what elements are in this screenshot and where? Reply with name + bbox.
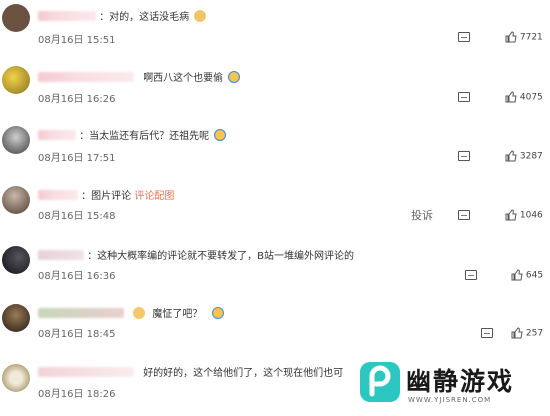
avatar[interactable] <box>2 126 30 154</box>
comment-line: ：对的，这话没毛病 <box>38 8 207 23</box>
comment-item: ：对的，这话没毛病 08月16日 15:51 7721 <box>0 0 550 60</box>
comment-timestamp: 08月16日 17:51 <box>38 153 116 164</box>
comment-line: 好的好的，这个给他们了，这个现在他们也可 <box>38 364 343 379</box>
laughing-crying-emoji <box>214 128 227 141</box>
comment-line: ：图片评论 评论配图 <box>38 187 174 202</box>
avatar[interactable] <box>2 304 30 332</box>
thumbs-up-icon <box>505 91 517 103</box>
like-count: 7721 <box>519 32 543 43</box>
thumbs-up-icon <box>505 150 517 162</box>
comment-timestamp: 08月16日 16:36 <box>38 271 116 282</box>
thumbs-up-icon <box>511 269 523 281</box>
reply-icon[interactable] <box>458 32 470 42</box>
comment-timestamp: 08月16日 18:26 <box>38 389 116 400</box>
watermark-title: 幽静游戏 <box>406 367 515 396</box>
like-count: 645 <box>525 270 544 281</box>
comment-text: ：这种大概率编的评论就不要转发了，B站一堆编外网评论的 <box>87 251 355 262</box>
avatar[interactable] <box>2 364 30 392</box>
comment-timestamp: 08月16日 15:51 <box>38 35 116 46</box>
comment-text: 啊西八这个也要偷 <box>143 73 224 84</box>
thumbs-up-icon <box>505 209 517 221</box>
avatar[interactable] <box>2 246 30 274</box>
comment-item: ：图片评论 评论配图 08月16日 15:48 投诉 1046 <box>0 180 550 240</box>
like-count: 1046 <box>519 210 543 221</box>
comment-line: ：这种大概率编的评论就不要转发了，B站一堆编外网评论的 <box>38 247 354 262</box>
like-count: 3287 <box>519 151 543 162</box>
like-button[interactable]: 257 <box>511 327 543 339</box>
reply-icon[interactable] <box>458 210 470 220</box>
avatar[interactable] <box>2 186 30 214</box>
image-comment-link[interactable]: 评论配图 <box>134 191 174 202</box>
comment-line: 魔怔了吧？ <box>38 305 224 320</box>
comment-text: ：当太监还有后代？还祖先呢 <box>79 131 210 142</box>
username-blurred[interactable] <box>38 129 76 140</box>
thumbs-up-icon <box>511 327 523 339</box>
site-logo-icon <box>360 362 400 402</box>
comment-text: ：图片评论 <box>81 191 135 202</box>
comment-timestamp: 08月16日 16:26 <box>38 94 116 105</box>
username-blurred[interactable] <box>38 366 134 377</box>
dog-face-emoji <box>194 9 207 22</box>
like-count: 257 <box>525 328 544 339</box>
comment-line: 啊西八这个也要偷 <box>38 69 241 84</box>
like-count: 4075 <box>519 92 543 103</box>
comment-timestamp: 08月16日 18:45 <box>38 329 116 340</box>
reply-icon[interactable] <box>481 328 493 338</box>
reply-icon[interactable] <box>465 270 477 280</box>
comment-text: 魔怔了吧？ <box>152 309 203 320</box>
reply-icon[interactable] <box>458 92 470 102</box>
thumbs-up-icon <box>505 31 517 43</box>
comment-text: 好的好的，这个给他们了，这个现在他们也可 <box>143 368 344 379</box>
comment-line: ：当太监还有后代？还祖先呢 <box>38 127 227 142</box>
username-blurred[interactable] <box>38 10 96 21</box>
reply-icon[interactable] <box>458 151 470 161</box>
watermark-url: WWW.YJISREN.COM <box>408 396 492 404</box>
avatar[interactable] <box>2 4 30 32</box>
surprised-emoji <box>133 306 146 319</box>
like-button[interactable]: 645 <box>511 269 543 281</box>
site-watermark: 幽静游戏 WWW.YJISREN.COM <box>358 358 550 410</box>
comment-item: ：当太监还有后代？还祖先呢 08月16日 17:51 3287 <box>0 120 550 180</box>
comment-item: ：这种大概率编的评论就不要转发了，B站一堆编外网评论的 08月16日 16:36… <box>0 240 550 300</box>
username-blurred[interactable] <box>38 249 84 260</box>
username-blurred[interactable] <box>38 307 124 318</box>
like-button[interactable]: 3287 <box>505 150 543 162</box>
comment-text: ：对的，这话没毛病 <box>99 12 190 23</box>
like-button[interactable]: 7721 <box>505 31 543 43</box>
laughing-crying-emoji <box>228 70 241 83</box>
username-blurred[interactable] <box>38 189 78 200</box>
comment-item: 魔怔了吧？ 08月16日 18:45 257 <box>0 298 550 358</box>
report-button[interactable]: 投诉 <box>411 207 433 223</box>
wrench-emoji <box>211 306 224 319</box>
comment-item: 啊西八这个也要偷 08月16日 16:26 4075 <box>0 60 550 120</box>
comment-timestamp: 08月16日 15:48 <box>38 211 116 222</box>
avatar[interactable] <box>2 66 30 94</box>
like-button[interactable]: 4075 <box>505 91 543 103</box>
username-blurred[interactable] <box>38 71 134 82</box>
like-button[interactable]: 1046 <box>505 209 543 221</box>
